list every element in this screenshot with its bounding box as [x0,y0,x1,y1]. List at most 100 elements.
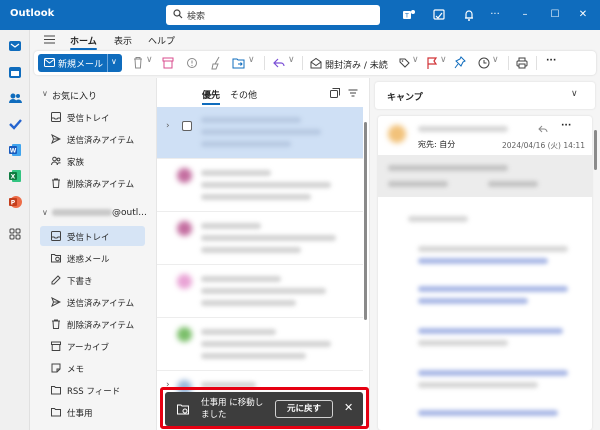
message-list: 優先 その他 › › [156,78,370,430]
message-preview-redacted [201,300,296,306]
mark-read-button[interactable]: 開封済み / 未読 [325,58,388,71]
mail-icon[interactable] [7,38,23,54]
chevron-down-icon[interactable]: ∨ [248,55,255,65]
reply-icon[interactable] [272,55,286,71]
flag-icon[interactable] [426,55,438,71]
delete-icon[interactable] [132,55,144,71]
apps-icon[interactable] [7,226,23,242]
people-icon[interactable] [7,90,23,106]
chevron-down-icon: ∨ [42,208,48,217]
close-button[interactable]: ✕ [576,8,590,22]
maximize-button[interactable]: ☐ [548,8,562,22]
svg-text:X: X [11,174,16,181]
folder-inbox[interactable]: 受信トレイ [40,226,145,246]
message-preview-redacted [201,235,336,241]
message-preview-redacted [201,353,306,359]
list-item[interactable]: › [157,107,363,159]
search-icon [173,9,183,19]
folder-work[interactable]: 仕事用 [40,402,145,422]
folder-notes[interactable]: メモ [40,358,145,378]
word-icon[interactable]: W [7,142,23,158]
account-suffix: @outl... [112,208,147,218]
account-name-redacted [52,209,112,216]
archive-icon[interactable] [162,55,174,71]
folder-icon [51,386,61,395]
folder-archive[interactable]: アーカイブ [40,336,145,356]
list-item[interactable] [157,266,363,318]
select-mode-icon[interactable] [330,88,340,98]
bell-icon[interactable] [462,8,476,22]
tab-focused[interactable]: 優先 [202,88,221,105]
message-preview-redacted [201,223,261,229]
message-preview-redacted [201,288,326,294]
chevron-down-icon[interactable]: ∨ [288,55,295,65]
list-item[interactable] [157,213,363,265]
report-icon[interactable] [186,55,198,71]
hamburger-icon[interactable] [44,35,55,44]
calendar-icon[interactable] [7,64,23,80]
new-mail-button[interactable]: 新規メール ∨ [38,54,122,72]
tab-other[interactable]: その他 [230,88,257,101]
message-preview-redacted [201,129,321,135]
search-box[interactable]: 検索 [166,5,380,25]
print-icon[interactable] [516,55,528,71]
tab-view[interactable]: 表示 [114,34,132,47]
message-list-scrollbar[interactable] [364,122,367,320]
folder-sent[interactable]: 送信済みアイテム [40,292,145,312]
folder-fav-sent[interactable]: 送信済みアイテム [40,129,145,149]
chevron-right-icon[interactable]: › [166,121,170,131]
chevron-down-icon[interactable]: ∨ [492,55,499,65]
envelope-open-icon[interactable] [310,55,322,71]
chevron-down-icon[interactable]: ∨ [440,55,447,65]
folder-rss[interactable]: RSS フィード [40,380,145,400]
ribbon-tabs: ホーム 表示 ヘルプ [30,30,600,50]
chevron-down-icon[interactable]: ∨ [571,89,578,99]
folder-junk[interactable]: 迷惑メール [40,248,145,268]
chevron-down-icon[interactable]: ∨ [412,55,419,65]
excel-icon[interactable]: X [7,168,23,184]
powerpoint-icon[interactable]: P [7,194,23,210]
teams-icon[interactable]: T [402,8,416,22]
reply-icon[interactable] [538,124,548,134]
banner-text-redacted [488,181,538,187]
minimize-button[interactable]: – [518,8,532,22]
move-to-icon[interactable] [232,55,246,71]
todo-icon[interactable] [7,116,23,132]
message-preview-redacted [201,170,271,176]
divider [508,56,509,70]
tab-help[interactable]: ヘルプ [148,34,175,47]
envelope-icon [44,58,55,67]
send-icon [51,134,61,144]
message-subject: キャンプ [387,93,423,103]
chevron-down-icon[interactable]: ∨ [146,55,153,65]
body-text-redacted [418,258,548,264]
notes-icon[interactable] [432,8,446,22]
sweep-icon[interactable] [210,55,222,71]
body-text-redacted [418,328,563,334]
svg-text:T: T [404,13,409,20]
tag-icon[interactable] [398,55,410,71]
note-icon [51,363,61,373]
list-item[interactable] [157,160,363,212]
folder-fav-inbox[interactable]: 受信トレイ [40,107,145,127]
reading-pane-scrollbar[interactable] [594,130,597,170]
folder-deleted[interactable]: 削除済みアイテム [40,314,145,334]
reading-pane: キャンプ ∨ ··· 宛先: 自分 2024/04/16 (火) 14:11 [372,78,600,430]
more-options-icon[interactable]: ··· [488,8,502,22]
list-item[interactable] [157,319,363,371]
more-options-icon[interactable]: ··· [561,121,571,131]
new-mail-dropdown[interactable]: ∨ [107,54,122,72]
body-text-redacted [418,382,538,388]
more-options-icon[interactable]: ··· [546,56,556,66]
select-checkbox[interactable] [182,121,192,131]
message-date: 2024/04/16 (火) 14:11 [502,141,585,150]
clock-icon[interactable] [478,55,490,71]
folder-fav-deleted[interactable]: 削除済みアイテム [40,173,145,193]
folder-fav-family[interactable]: 家族 [40,151,145,171]
filter-icon[interactable] [348,88,358,98]
pin-icon[interactable] [454,55,466,71]
tab-home[interactable]: ホーム [70,34,97,50]
folder-drafts[interactable]: 下書き [40,270,145,290]
message-card: ··· 宛先: 自分 2024/04/16 (火) 14:11 [378,116,592,430]
divider [536,56,537,70]
